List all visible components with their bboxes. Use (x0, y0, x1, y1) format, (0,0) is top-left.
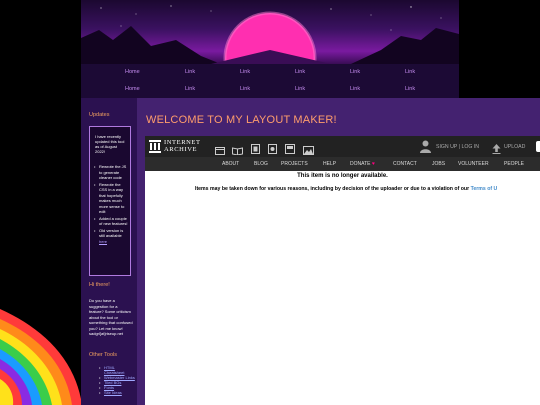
user-icon[interactable] (420, 140, 431, 158)
unavailable-text: Items may be taken down for various reas… (195, 186, 471, 192)
nav-link[interactable]: Link (405, 69, 415, 75)
menu-item-donate[interactable]: DONATE (350, 161, 370, 167)
embedded-archive-frame: INTERNET ARCHIVE SIGN UP | LOG IN UPLOAD… (145, 136, 540, 405)
sidebar: Updates I have recently updated this too… (81, 98, 137, 405)
menu-item-volunteer[interactable]: VOLUNTEER (458, 161, 489, 167)
nav-link[interactable]: Link (295, 86, 305, 92)
unavailable-title: This item is no longer available. (297, 173, 388, 179)
old-version-link[interactable]: here (99, 239, 107, 244)
nav-link[interactable]: Link (350, 86, 360, 92)
list-item-old-version: Old version is still available here (93, 228, 128, 245)
nav-link[interactable]: Link (295, 69, 305, 75)
menu-item-about[interactable]: ABOUT (222, 161, 239, 167)
upload-button[interactable]: UPLOAD (504, 144, 525, 150)
menu-item-contact[interactable]: CONTACT (393, 161, 417, 167)
list-item: Site Ideas (99, 390, 135, 395)
menu-item-blog[interactable]: BLOG (254, 161, 268, 167)
old-version-text: Old version is still available (99, 227, 124, 239)
nav-link[interactable]: Link (240, 86, 250, 92)
search-box-edge[interactable] (536, 141, 540, 152)
nav-link[interactable]: Link (405, 86, 415, 92)
list-item: Rewrote the CSS in a way that hopefully … (93, 182, 128, 215)
archive-menu: ABOUT BLOG PROJECTS HELP DONATE ♥ CONTAC… (145, 157, 540, 171)
tool-link-html-cheatsheet[interactable]: HTML Cheatsheet (104, 365, 124, 375)
updates-notice: I have recently updated this tool as of … (95, 134, 125, 154)
unavailable-message: Items may be taken down for various reas… (195, 186, 497, 192)
main-content: WELCOME TO MY LAYOUT MAKER! INTERNET ARC… (137, 98, 540, 405)
terms-link[interactable]: Terms of U (471, 186, 498, 192)
page-title: WELCOME TO MY LAYOUT MAKER! (146, 114, 337, 126)
archive-logo-line2: ARCHIVE (164, 146, 198, 153)
archive-top-bar: INTERNET ARCHIVE SIGN UP | LOG IN UPLOAD (145, 136, 540, 157)
menu-item-help[interactable]: HELP (323, 161, 336, 167)
rainbow-swirl-decoration (0, 309, 82, 405)
archive-logo-line1: INTERNET (164, 139, 201, 146)
header-banner (81, 0, 459, 64)
nav-link[interactable]: Link (350, 69, 360, 75)
updates-heading: Updates (89, 112, 110, 118)
menu-item-people[interactable]: PEOPLE (504, 161, 524, 167)
other-tools-heading: Other Tools (89, 352, 118, 358)
tools-list: HTML Cheatsheet Webmaster Links Tiled BG… (99, 365, 135, 395)
nav-link[interactable]: Link (240, 69, 250, 75)
hi-there-heading: Hi there! (89, 282, 110, 288)
nav-link-home[interactable]: Home (125, 69, 140, 75)
feedback-text: Do you have a suggestion for a feature? … (89, 298, 133, 336)
nav-link-home[interactable]: Home (125, 86, 140, 92)
updates-box: I have recently updated this tool as of … (89, 126, 131, 276)
navbar: Home Link Link Link Link Link Home Link … (81, 64, 459, 98)
list-item: HTML Cheatsheet (99, 365, 135, 375)
nav-link[interactable]: Link (185, 86, 195, 92)
signup-login-link[interactable]: SIGN UP | LOG IN (436, 144, 479, 150)
menu-item-projects[interactable]: PROJECTS (281, 161, 308, 167)
nav-link[interactable]: Link (185, 69, 195, 75)
archive-logo-icon[interactable] (149, 140, 161, 158)
heart-icon: ♥ (372, 161, 375, 167)
list-item: Added a couple of new features! (93, 216, 128, 227)
tool-link-site-ideas[interactable]: Site Ideas (104, 390, 122, 395)
updates-list: Rewrote the JS to generate cleaner code … (93, 164, 128, 245)
list-item: Rewrote the JS to generate cleaner code (93, 164, 128, 181)
menu-item-jobs[interactable]: JOBS (432, 161, 445, 167)
